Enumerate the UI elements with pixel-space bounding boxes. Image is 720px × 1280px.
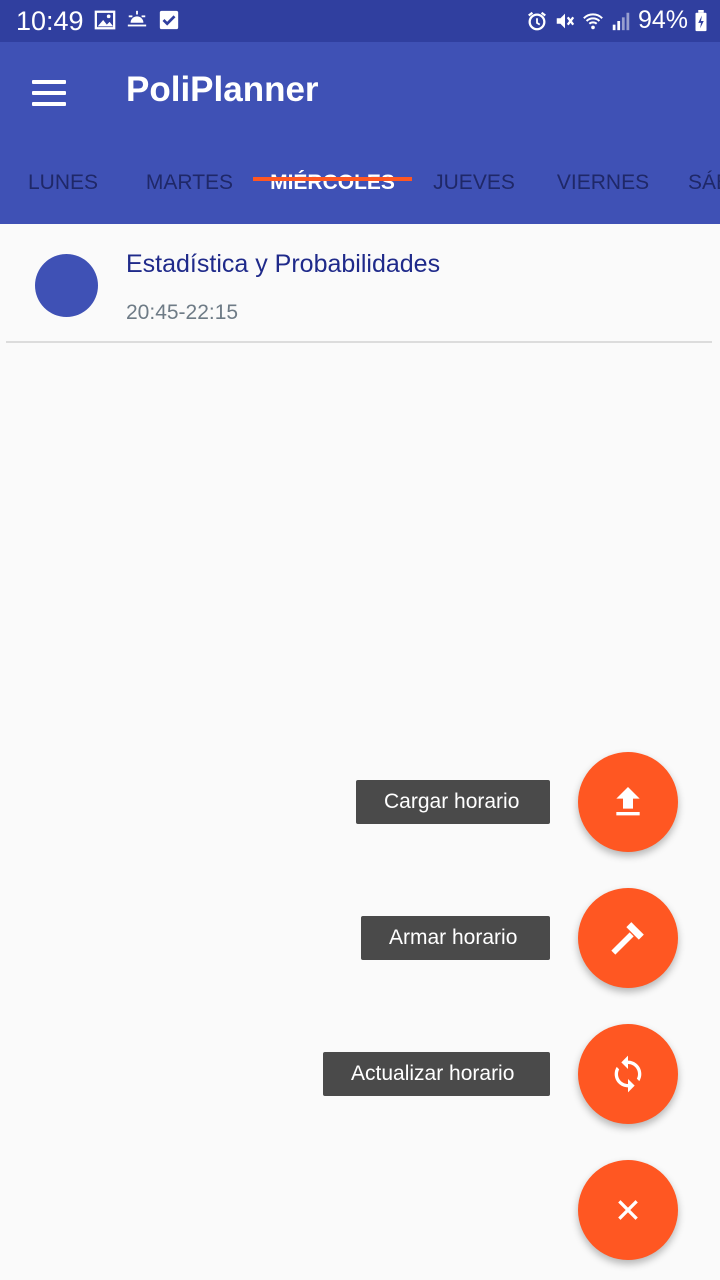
alarm-icon <box>528 11 546 30</box>
wifi-icon <box>583 12 603 29</box>
hammer-icon <box>611 922 644 955</box>
tab-lunes[interactable]: LUNES <box>0 152 126 224</box>
avatar <box>35 254 98 317</box>
cargar-horario-button[interactable] <box>578 752 678 852</box>
tab-viernes[interactable]: VIERNES <box>536 152 670 224</box>
actualizar-horario-label[interactable]: Actualizar horario <box>323 1052 550 1096</box>
course-time: 20:45-22:15 <box>126 301 239 324</box>
close-icon <box>618 1200 638 1220</box>
tab-miercoles[interactable]: MIÉRCOLES <box>253 152 412 224</box>
day-tabs: LUNES MARTES MIÉRCOLES JUEVES VIERNES SÁ… <box>0 152 720 224</box>
upload-icon <box>616 787 640 816</box>
app-title: PoliPlanner <box>126 70 319 109</box>
checkbox-icon <box>159 10 179 30</box>
refresh-icon <box>614 1055 642 1093</box>
tab-martes[interactable]: MARTES <box>126 152 253 224</box>
status-time: 10:49 <box>16 6 84 36</box>
mute-icon <box>556 13 575 28</box>
status-bar: 10:49 94% <box>0 0 720 42</box>
status-right-icons: 94% <box>526 6 708 35</box>
battery-percentage: 94% <box>637 6 688 34</box>
signal-icon <box>612 12 630 30</box>
weather-icon <box>127 10 147 27</box>
armar-horario-button[interactable] <box>578 888 678 988</box>
armar-horario-label[interactable]: Armar horario <box>361 916 550 960</box>
actualizar-horario-button[interactable] <box>578 1024 678 1124</box>
close-fab-button[interactable] <box>578 1160 678 1260</box>
hamburger-menu-icon[interactable] <box>22 72 76 114</box>
cargar-horario-label[interactable]: Cargar horario <box>356 780 550 824</box>
tab-sabado[interactable]: SÁBADO <box>688 152 720 224</box>
image-icon <box>94 10 116 30</box>
course-title: Estadística y Probabilidades <box>126 250 441 278</box>
list-item[interactable]: Estadística y Probabilidades 20:45-22:15 <box>6 224 712 343</box>
tab-jueves[interactable]: JUEVES <box>412 152 536 224</box>
status-left-icons <box>94 9 180 31</box>
active-tab-indicator <box>253 177 412 181</box>
app-bar: PoliPlanner LUNES MARTES MIÉRCOLES JUEVE… <box>0 42 720 224</box>
battery-charging-icon <box>695 9 707 31</box>
